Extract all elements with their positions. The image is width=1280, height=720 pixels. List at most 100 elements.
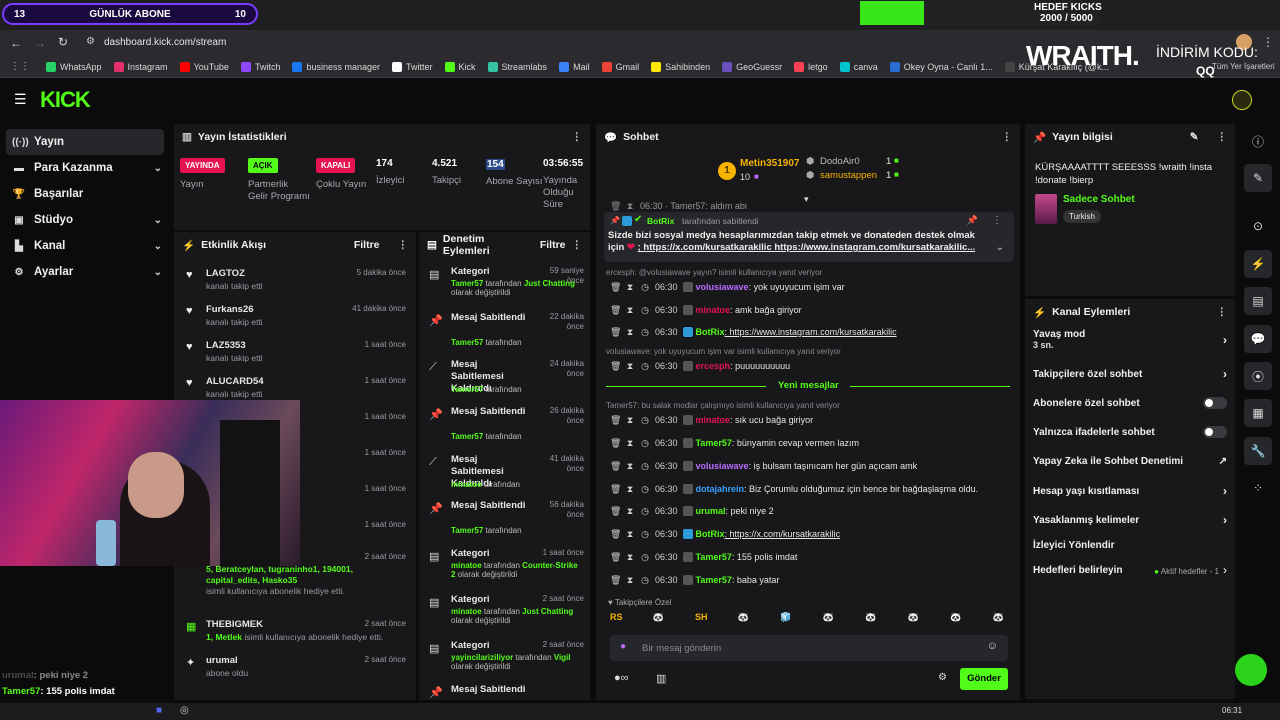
chat-username[interactable]: Tamer57 [696,575,732,585]
sidebar-item-0[interactable]: ((·)) Yayın [6,129,164,155]
channel-action-item[interactable]: İzleyici Yönlendir [1025,534,1235,556]
wrench-icon[interactable]: 🔧 [1244,437,1272,465]
chat-username[interactable]: urumal [696,506,726,516]
emote-item[interactable]: 🧊 [780,612,791,623]
top-gifter-name[interactable]: Metin351907 [740,158,799,169]
stats-menu-icon[interactable]: ⋮ [572,131,583,143]
bookmark-item[interactable]: WhatsApp [40,61,108,72]
channel-actions-menu-icon[interactable]: ⋮ [1217,306,1228,318]
channel-action-item[interactable]: Yavaş mod 3 sn. › [1025,329,1235,351]
pinned-text-2b[interactable]: ; https://x.com/kursatkarakilic https://… [638,242,976,253]
pinned-menu-icon[interactable]: ⋮ [992,215,1002,226]
channel-action-item[interactable]: Takipçilere özel sohbet › [1025,363,1235,385]
mod-actor[interactable]: Tamer57 [451,385,483,394]
timeout-icon[interactable]: ⧗ [625,327,635,338]
emote-item[interactable]: 🐼 [993,612,1004,623]
follower-name[interactable]: ALUCARD54 [206,376,264,387]
pinned-by[interactable]: BotRix [647,216,674,226]
chevron-right-icon[interactable]: › [1223,513,1227,527]
quick-emote-icon[interactable]: ●∞ [614,672,629,684]
timeout-icon[interactable]: ⧗ [625,461,635,472]
chevron-right-icon[interactable]: › [1223,563,1227,577]
bookmark-item[interactable]: Streamlabs [482,61,554,72]
moderation-filter-button[interactable]: Filtre [540,239,566,251]
chevron-right-icon[interactable]: › [1223,333,1227,347]
bookmark-item[interactable]: business manager [286,61,386,72]
sidebar-item-3[interactable]: ▣ Stüdyo ⌄ [0,207,170,233]
chat-username[interactable]: volusiawave [696,461,749,471]
follower-name[interactable]: LAGTOZ [206,268,245,279]
apps-icon[interactable]: ⋮⋮ [0,61,40,72]
sidebar-item-5[interactable]: ⚙ Ayarlar ⌄ [0,259,170,285]
taskbar-app-icon[interactable]: ■ [156,705,162,716]
chat-settings-icon[interactable]: ⚙ [938,672,947,683]
bookmark-item[interactable]: Twitch [235,61,287,72]
delete-icon[interactable]: 🗑 [610,506,621,517]
doc-icon[interactable]: ▤ [1244,287,1272,315]
chat-username[interactable]: dotajahrein [696,484,745,494]
bookmark-item[interactable]: Kick [439,61,482,72]
gifter-name[interactable]: samustappen [820,170,877,181]
sidebar-item-1[interactable]: ▬ Para Kazanma ⌄ [0,155,170,181]
activity-filter-button[interactable]: Filtre [354,239,380,251]
gifter-name[interactable]: DodoAir0 [820,156,860,167]
emote-item[interactable]: 🐼 [865,612,876,623]
toggle-switch[interactable] [1203,397,1227,409]
site-info-icon[interactable]: ⚙ [86,36,95,47]
follower-name[interactable]: LAZ5353 [206,340,246,351]
chevron-down-icon[interactable]: ⌄ [154,267,162,278]
channel-action-item[interactable]: Yalnızca ifadelerle sohbet [1025,421,1235,443]
user-avatar[interactable] [1232,90,1252,110]
bookmark-item[interactable]: canva [834,61,884,72]
chat-username[interactable]: Tamer57 [696,552,732,562]
chat-username[interactable]: minatoe [696,305,731,315]
back-icon[interactable]: ← [10,36,22,50]
sidebar-item-4[interactable]: ▙ Kanal ⌄ [0,233,170,259]
mod-actor[interactable]: minatoe [451,561,482,570]
sidebar-item-2[interactable]: 🏆 Başarılar [0,181,170,207]
emoji-icon[interactable]: ☺ [987,640,998,652]
chat-username[interactable]: BotRix [696,529,725,539]
broadcast-rail-icon[interactable]: ⦿ [1244,362,1272,390]
timeout-icon[interactable]: ⧗ [625,361,635,372]
mod-actor[interactable]: minatoe [451,480,482,489]
timeout-icon[interactable]: ⧗ [625,438,635,449]
timeout-icon[interactable]: ⧗ [625,529,635,540]
reload-icon[interactable]: ↻ [58,35,68,49]
bookmark-item[interactable]: Okey Oyna - Canlı 1... [884,61,999,72]
taskbar-app-icon[interactable]: ◎ [180,705,189,716]
emote-item[interactable]: 🐼 [653,612,664,623]
emote-item[interactable]: 🐼 [908,612,919,623]
bookmark-item[interactable]: GeoGuessr [716,61,788,72]
channel-action-item[interactable]: Abonelere özel sohbet [1025,392,1235,414]
timeout-icon[interactable]: ⧗ [625,415,635,426]
emote-item[interactable]: SH [695,612,708,622]
delete-icon[interactable]: 🗑 [610,361,621,372]
delete-icon[interactable]: 🗑 [610,461,621,472]
timeout-icon[interactable]: ⧗ [625,575,635,586]
delete-icon[interactable]: 🗑 [610,575,621,586]
mod-actor[interactable]: Tamer57 [451,432,483,441]
chat-username[interactable]: BotRix [696,327,725,337]
help-button[interactable] [1235,654,1267,686]
external-link-icon[interactable]: ↗ [1219,456,1227,467]
emote-item[interactable]: RS [610,612,623,622]
chat-menu-icon[interactable]: ⋮ [1002,131,1013,143]
chevron-right-icon[interactable]: › [1223,367,1227,381]
timeout-icon[interactable]: ⧗ [625,305,635,316]
delete-icon[interactable]: 🗑 [610,552,621,563]
kick-logo[interactable]: KICK [40,87,91,113]
send-button[interactable]: Gönder [960,668,1008,690]
mod-actor[interactable]: Tamer57 [451,279,483,288]
mod-actor[interactable]: Tamer57 [451,338,483,347]
unpin-icon[interactable]: 📌 [967,215,978,226]
delete-icon[interactable]: 🗑 [610,415,621,426]
expand-icon[interactable]: ⌄ [996,242,1004,253]
hamburger-menu-icon[interactable]: ☰ [14,91,27,108]
delete-icon[interactable]: 🗑 [610,438,621,449]
bookmark-item[interactable]: letgo [788,61,834,72]
chat-username[interactable]: volusiawave [696,282,749,292]
store-icon[interactable]: ▥ [656,672,666,685]
chat-username[interactable]: ercesph [696,361,731,371]
moderation-menu-icon[interactable]: ⋮ [572,239,583,251]
